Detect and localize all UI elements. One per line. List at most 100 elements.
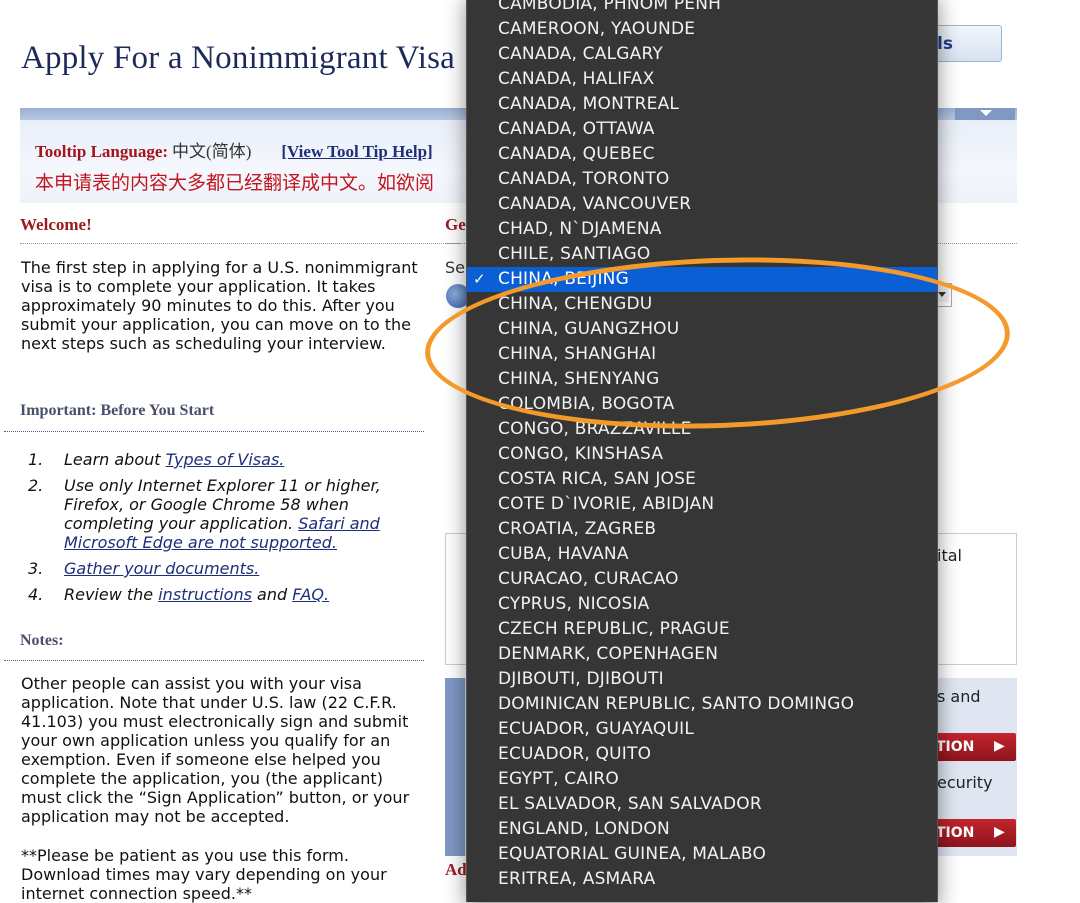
chevron-right-icon: ▶ [994, 738, 1005, 754]
dropdown-option-selected[interactable]: ✓ CHINA, BEIJING [467, 267, 937, 292]
dropdown-option-label: CUBA, HAVANA [498, 544, 629, 564]
dropdown-option-label: ERITREA, ASMARA [498, 869, 656, 889]
dropdown-option-label: DJIBOUTI, DJIBOUTI [498, 669, 664, 689]
notes-heading: Notes: [20, 632, 64, 649]
dropdown-option[interactable]: CURACAO, CURACAO [467, 567, 937, 592]
dropdown-option[interactable]: EGYPT, CAIRO [467, 767, 937, 792]
dropdown-option[interactable]: CHINA, SHENYANG [467, 367, 937, 392]
dropdown-option-label: EL SALVADOR, SAN SALVADOR [498, 794, 762, 814]
dropdown-option-label: CHINA, SHANGHAI [498, 344, 657, 364]
dropdown-option-label: CHAD, N`DJAMENA [498, 219, 662, 239]
tooltip-language-value[interactable]: 中文(简体) [172, 142, 251, 161]
dropdown-options: CAMBODIA, PHNOM PENH CAMEROON, YAOUNDE CAN… [467, 0, 937, 892]
dropdown-option-label: CANADA, TORONTO [498, 169, 670, 189]
location-dropdown-list[interactable]: CAMBODIA, PHNOM PENH CAMEROON, YAOUNDE CAN… [466, 0, 938, 902]
dropdown-option[interactable]: EQUATORIAL GUINEA, MALABO [467, 842, 937, 867]
list-item: 1. Learn about Types of Visas. [28, 450, 428, 469]
dropdown-option[interactable]: CAMBODIA, PHNOM PENH [467, 0, 937, 17]
dropdown-option-label: CANADA, QUEBEC [498, 144, 655, 164]
dropdown-option-label: CYPRUS, NICOSIA [498, 594, 650, 614]
dropdown-option-label: DOMINICAN REPUBLIC, SANTO DOMINGO [498, 694, 855, 714]
dropdown-option-label: ECUADOR, QUITO [498, 744, 652, 764]
dropdown-option[interactable]: ERITREA, ASMARA [467, 867, 937, 892]
dropdown-option-label: DENMARK, COPENHAGEN [498, 644, 719, 664]
dropdown-option-label: CZECH REPUBLIC, PRAGUE [498, 619, 730, 639]
welcome-heading: Welcome! [20, 215, 92, 234]
dropdown-option-label: CANADA, MONTREAL [498, 94, 680, 114]
right-heading-fragment: Ad [445, 860, 467, 879]
dropdown-option[interactable]: CANADA, TORONTO [467, 167, 937, 192]
chevron-right-icon: ▶ [994, 824, 1005, 840]
list-number: 2. [28, 476, 44, 495]
right-panel-text-fragment: ecurity [937, 773, 993, 792]
dropdown-option[interactable]: COLOMBIA, BOGOTA [467, 392, 937, 417]
right-panel-text-fragment: ital [937, 546, 962, 565]
tooltip-help-link[interactable]: [View Tool Tip Help] [281, 142, 432, 161]
dropdown-option-label: EQUATORIAL GUINEA, MALABO [498, 844, 767, 864]
dropdown-option-label: CAMBODIA, PHNOM PENH [498, 0, 722, 14]
list-item: 3. Gather your documents. [28, 559, 428, 578]
dropdown-option[interactable]: DENMARK, COPENHAGEN [467, 642, 937, 667]
select-location-label-fragment: Se [445, 258, 465, 277]
dropdown-option-label: COLOMBIA, BOGOTA [498, 394, 675, 414]
faq-link[interactable]: FAQ. [292, 585, 329, 604]
dropdown-option[interactable]: CANADA, OTTAWA [467, 117, 937, 142]
types-of-visas-link[interactable]: Types of Visas. [166, 450, 285, 469]
dropdown-option-label: CAMEROON, YAOUNDE [498, 19, 696, 39]
dropdown-option-label: ECUADOR, GUAYAQUIL [498, 719, 695, 739]
dropdown-option[interactable]: CYPRUS, NICOSIA [467, 592, 937, 617]
dropdown-option[interactable]: DJIBOUTI, DJIBOUTI [467, 667, 937, 692]
dropdown-option-label: CHINA, SHENYANG [498, 369, 660, 389]
list-text: Learn about [64, 450, 166, 469]
dropdown-option[interactable]: CANADA, CALGARY [467, 42, 937, 67]
button-label: TION [936, 739, 975, 755]
dropdown-option[interactable]: CUBA, HAVANA [467, 542, 937, 567]
dropdown-option[interactable]: CANADA, VANCOUVER [467, 192, 937, 217]
triangle-down-icon [980, 110, 992, 116]
dropdown-option[interactable]: CHINA, CHENGDU [467, 292, 937, 317]
dropdown-option[interactable]: EL SALVADOR, SAN SALVADOR [467, 792, 937, 817]
dropdown-option[interactable]: CZECH REPUBLIC, PRAGUE [467, 617, 937, 642]
dropdown-option[interactable]: ENGLAND, LONDON [467, 817, 937, 842]
welcome-divider [20, 243, 460, 244]
list-item: 4. Review the instructions and FAQ. [28, 585, 428, 604]
dropdown-option[interactable]: CANADA, MONTREAL [467, 92, 937, 117]
dropdown-option-label: CHINA, GUANGZHOU [498, 319, 680, 339]
list-text: and [251, 585, 293, 604]
dropdown-option[interactable]: ECUADOR, QUITO [467, 742, 937, 767]
patience-text: **Please be patient as you use this form… [21, 846, 387, 903]
dropdown-option[interactable]: CAMEROON, YAOUNDE [467, 17, 937, 42]
chinese-translation-notice: 本申请表的内容大多都已经翻译成中文。如欲阅 [35, 173, 435, 194]
dropdown-option[interactable]: CANADA, HALIFAX [467, 67, 937, 92]
dropdown-option[interactable]: CHINA, GUANGZHOU [467, 317, 937, 342]
right-panel-text-fragment: s and [937, 687, 981, 706]
dropdown-option-label: CURACAO, CURACAO [498, 569, 679, 589]
dropdown-option-label: EGYPT, CAIRO [498, 769, 620, 789]
dropdown-option-label: CONGO, BRAZZAVILLE [498, 419, 692, 439]
dropdown-option[interactable]: CANADA, QUEBEC [467, 142, 937, 167]
dropdown-option[interactable]: DOMINICAN REPUBLIC, SANTO DOMINGO [467, 692, 937, 717]
dropdown-option[interactable]: COTE D`IVORIE, ABIDJAN [467, 492, 937, 517]
page-title: Apply For a Nonimmigrant Visa [21, 40, 456, 76]
tooltip-language-label: Tooltip Language: [35, 142, 169, 161]
dropdown-option-label: CANADA, OTTAWA [498, 119, 655, 139]
dropdown-option[interactable]: CHAD, N`DJAMENA [467, 217, 937, 242]
dropdown-option-label: CANADA, VANCOUVER [498, 194, 692, 214]
dropdown-option-label: CHINA, CHENGDU [498, 294, 653, 314]
dropdown-option[interactable]: ECUADOR, GUAYAQUIL [467, 717, 937, 742]
notes-text: Other people can assist you with your vi… [21, 674, 410, 826]
list-number: 3. [28, 559, 44, 578]
dropdown-option[interactable]: CONGO, BRAZZAVILLE [467, 417, 937, 442]
dropdown-option[interactable]: CHINA, SHANGHAI [467, 342, 937, 367]
list-text: Review the [64, 585, 159, 604]
instructions-link[interactable]: instructions [158, 585, 252, 604]
dropdown-option[interactable]: COSTA RICA, SAN JOSE [467, 467, 937, 492]
important-list: 1. Learn about Types of Visas. 2. Use only… [28, 450, 428, 611]
panel-accent-bar [445, 678, 465, 856]
dropdown-option-label: CROATIA, ZAGREB [498, 519, 657, 539]
dropdown-option-label: COTE D`IVORIE, ABIDJAN [498, 494, 715, 514]
dropdown-option[interactable]: CHILE, SANTIAGO [467, 242, 937, 267]
dropdown-option[interactable]: CONGO, KINSHASA [467, 442, 937, 467]
gather-documents-link[interactable]: Gather your documents. [64, 559, 259, 578]
dropdown-option[interactable]: CROATIA, ZAGREB [467, 517, 937, 542]
